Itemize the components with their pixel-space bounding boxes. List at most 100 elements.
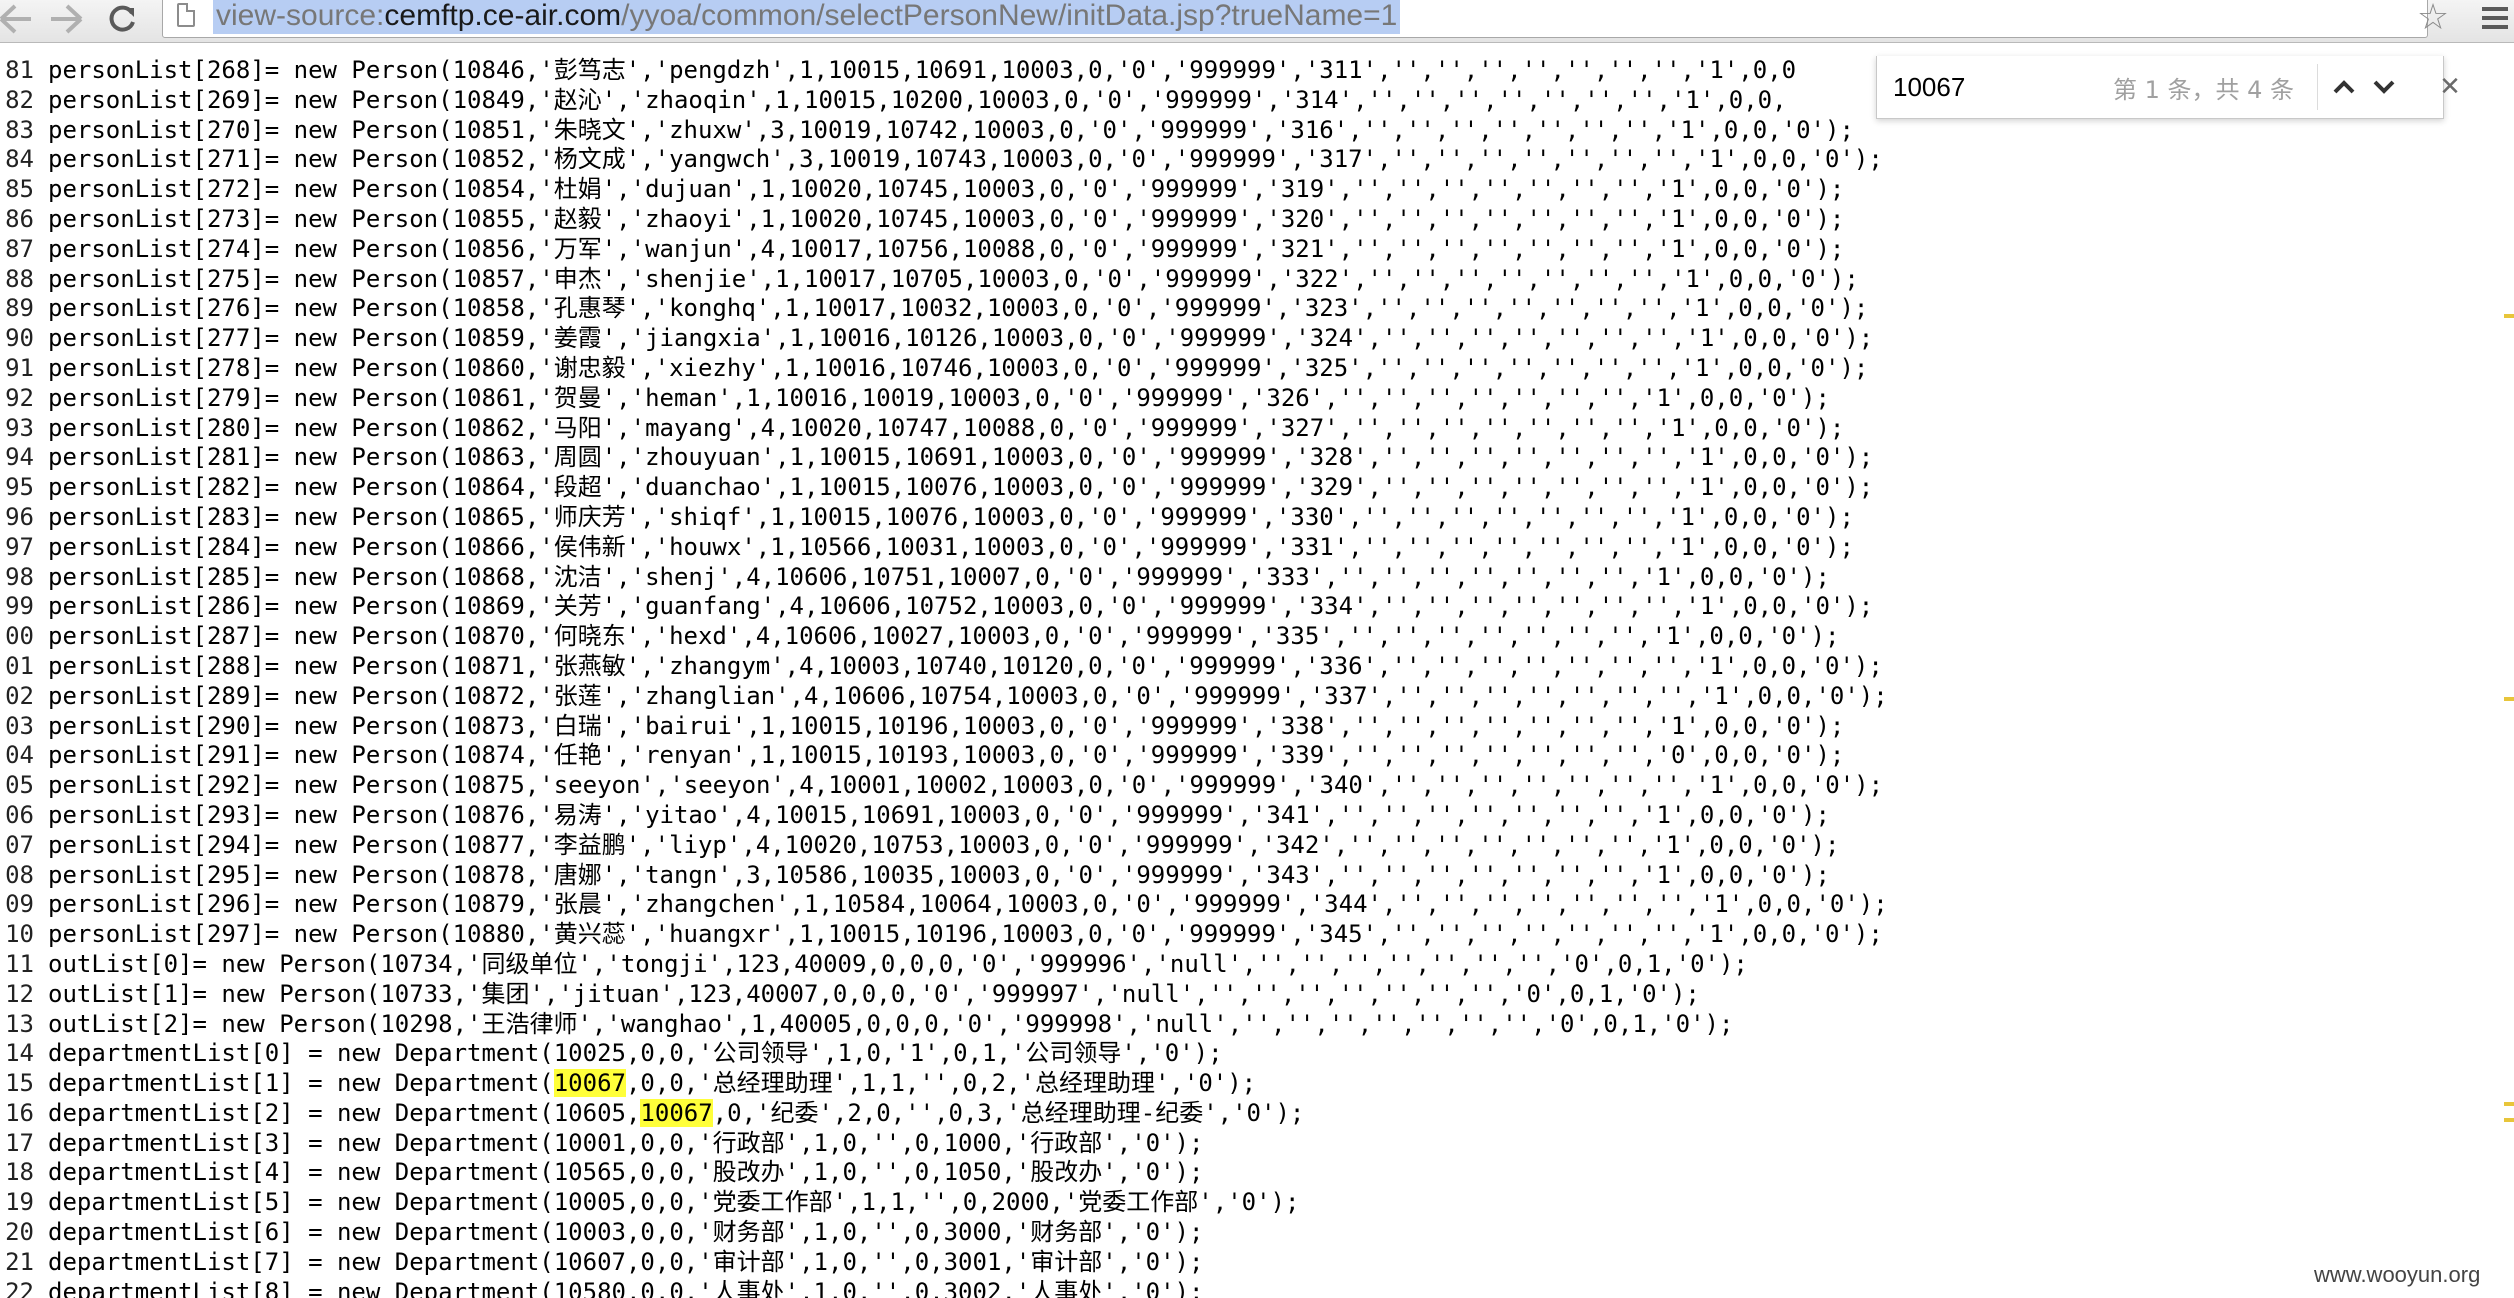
line-number: 09 — [5, 890, 34, 919]
source-code-text: personList[288]= new Person(10871,'张燕敏',… — [48, 651, 1883, 680]
source-code-text: personList[287]= new Person(10870,'何晓东',… — [48, 622, 1840, 651]
source-line: 93 personList[280]= new Person(10862,'马阳'… — [0, 414, 2514, 444]
source-line: 91 personList[278]= new Person(10860,'谢忠毅… — [0, 354, 2514, 384]
find-previous-button[interactable] — [2327, 70, 2361, 104]
line-number: 20 — [5, 1218, 34, 1247]
partial-source-line — [0, 44, 2514, 56]
line-number: 95 — [5, 473, 34, 502]
address-bar[interactable]: view-source:cemftp.ce-air.com/yyoa/commo… — [162, 0, 2428, 38]
line-number: 99 — [5, 592, 34, 621]
source-line: 84 personList[271]= new Person(10852,'杨文成… — [0, 145, 2514, 175]
line-number: 96 — [5, 502, 34, 531]
find-match-count: 第 1 条，共 4 条 — [2113, 76, 2295, 104]
source-code-text: personList[277]= new Person(10859,'姜霞','… — [48, 324, 1874, 353]
source-code-text: departmentList[7] = new Department(10607… — [48, 1247, 1204, 1276]
source-line: 96 personList[283]= new Person(10865,'师庆芳… — [0, 503, 2514, 533]
line-number: 81 — [5, 56, 34, 84]
hamburger-menu-icon[interactable] — [2474, 0, 2514, 38]
find-divider — [2317, 64, 2318, 110]
source-line: 12 outList[1]= new Person(10733,'集团','jit… — [0, 980, 2514, 1010]
line-number: 87 — [5, 234, 34, 263]
line-number: 07 — [5, 830, 34, 859]
line-number: 21 — [5, 1247, 34, 1276]
source-line: 86 personList[273]= new Person(10855,'赵毅'… — [0, 205, 2514, 235]
bookmark-star-icon[interactable]: ☆ — [2410, 0, 2456, 38]
line-number: 14 — [5, 1039, 34, 1068]
line-number: 94 — [5, 443, 34, 472]
source-line: 99 personList[286]= new Person(10869,'关芳'… — [0, 592, 2514, 622]
source-code-text: outList[2]= new Person(10298,'王浩律师','wan… — [48, 1009, 1734, 1038]
source-code-text: personList[273]= new Person(10855,'赵毅','… — [48, 204, 1845, 233]
chevron-down-icon — [2373, 80, 2395, 94]
line-number: 82 — [5, 85, 34, 114]
forward-arrow-icon[interactable] — [44, 0, 88, 38]
source-line: 95 personList[282]= new Person(10864,'段超'… — [0, 473, 2514, 503]
source-line: 97 personList[284]= new Person(10866,'侯伟新… — [0, 533, 2514, 563]
source-line: 88 personList[275]= new Person(10857,'申杰'… — [0, 265, 2514, 295]
line-number: 22 — [5, 1277, 34, 1298]
line-number: 00 — [5, 622, 34, 651]
find-next-button[interactable] — [2367, 70, 2401, 104]
chevron-up-icon — [2333, 80, 2355, 94]
source-line: 85 personList[272]= new Person(10854,'杜娟'… — [0, 175, 2514, 205]
source-line: 02 personList[289]= new Person(10872,'张莲'… — [0, 682, 2514, 712]
line-number: 11 — [5, 949, 34, 978]
source-view: 81 personList[268]= new Person(10846,'彭笃志… — [0, 56, 2514, 1298]
source-line: 94 personList[281]= new Person(10863,'周圆'… — [0, 443, 2514, 473]
line-number: 86 — [5, 204, 34, 233]
source-code-text: departmentList[0] = new Department(10025… — [48, 1039, 1223, 1068]
source-code-text: personList[297]= new Person(10880,'黄兴蕊',… — [48, 920, 1883, 949]
scroll-match-marker — [2504, 1102, 2514, 1106]
scroll-match-marker — [2504, 314, 2514, 318]
source-code-text: personList[293]= new Person(10876,'易涛','… — [48, 800, 1830, 829]
source-code-text: personList[276]= new Person(10858,'孔惠琴',… — [48, 294, 1869, 323]
page-icon — [177, 3, 195, 27]
source-code-text: departmentList[4] = new Department(10565… — [48, 1158, 1204, 1187]
source-code-text: personList[279]= new Person(10861,'贺曼','… — [48, 383, 1830, 412]
source-code-text: personList[282]= new Person(10864,'段超','… — [48, 473, 1874, 502]
source-code-text: personList[292]= new Person(10875,'seeyo… — [48, 771, 1884, 800]
reload-icon[interactable] — [100, 0, 144, 38]
scroll-match-marker — [2504, 697, 2514, 701]
source-line: 07 personList[294]= new Person(10877,'李益鹏… — [0, 831, 2514, 861]
source-line: 01 personList[288]= new Person(10871,'张燕敏… — [0, 652, 2514, 682]
url-text[interactable]: view-source:cemftp.ce-air.com/yyoa/commo… — [213, 0, 1401, 34]
back-arrow-icon[interactable] — [0, 0, 38, 38]
source-code-text: departmentList[3] = new Department(10001… — [48, 1128, 1204, 1157]
url-scheme: view-source: — [216, 0, 385, 32]
source-line: 08 personList[295]= new Person(10878,'唐娜'… — [0, 861, 2514, 891]
line-number: 93 — [5, 413, 34, 442]
line-number: 02 — [5, 681, 34, 710]
source-line: 98 personList[285]= new Person(10868,'沈洁'… — [0, 563, 2514, 593]
source-line: 92 personList[279]= new Person(10861,'贺曼'… — [0, 384, 2514, 414]
line-number: 04 — [5, 741, 34, 770]
url-host: cemftp.ce-air.com — [384, 0, 622, 32]
source-line: 05 personList[292]= new Person(10875,'see… — [0, 771, 2514, 801]
source-code-text: personList[283]= new Person(10865,'师庆芳',… — [48, 502, 1854, 531]
line-number: 84 — [5, 145, 34, 174]
close-icon[interactable]: ✕ — [2433, 70, 2467, 104]
source-code-text: personList[294]= new Person(10877,'李益鹏',… — [48, 830, 1840, 859]
line-number: 92 — [5, 383, 34, 412]
source-code-text: personList[285]= new Person(10868,'沈洁','… — [48, 562, 1830, 591]
line-number: 05 — [5, 771, 34, 800]
line-number: 16 — [5, 1098, 34, 1127]
scroll-match-marker — [2504, 1118, 2514, 1122]
source-line: 10 personList[297]= new Person(10880,'黄兴蕊… — [0, 920, 2514, 950]
source-line: 19 departmentList[5] = new Department(100… — [0, 1188, 2514, 1218]
source-code-text: personList[281]= new Person(10863,'周圆','… — [48, 443, 1874, 472]
find-match-highlight: 10067 — [553, 1069, 626, 1098]
source-code-text: personList[271]= new Person(10852,'杨文成',… — [48, 145, 1883, 174]
source-line: 17 departmentList[3] = new Department(100… — [0, 1129, 2514, 1159]
line-number: 01 — [5, 651, 34, 680]
source-code-text: departmentList[5] = new Department(10005… — [48, 1188, 1300, 1217]
source-code-text: personList[291]= new Person(10874,'任艳','… — [48, 741, 1845, 770]
source-line: 03 personList[290]= new Person(10873,'白瑞'… — [0, 712, 2514, 742]
source-code-text: personList[296]= new Person(10879,'张晨','… — [48, 890, 1888, 919]
line-number: 88 — [5, 264, 34, 293]
source-code-text: departmentList[8] = new Department(10580… — [48, 1277, 1204, 1298]
source-code-text: personList[278]= new Person(10860,'谢忠毅',… — [48, 353, 1869, 382]
source-line: 00 personList[287]= new Person(10870,'何晓东… — [0, 622, 2514, 652]
line-number: 17 — [5, 1128, 34, 1157]
source-line: 83 personList[270]= new Person(10851,'朱晓文… — [0, 116, 2514, 146]
